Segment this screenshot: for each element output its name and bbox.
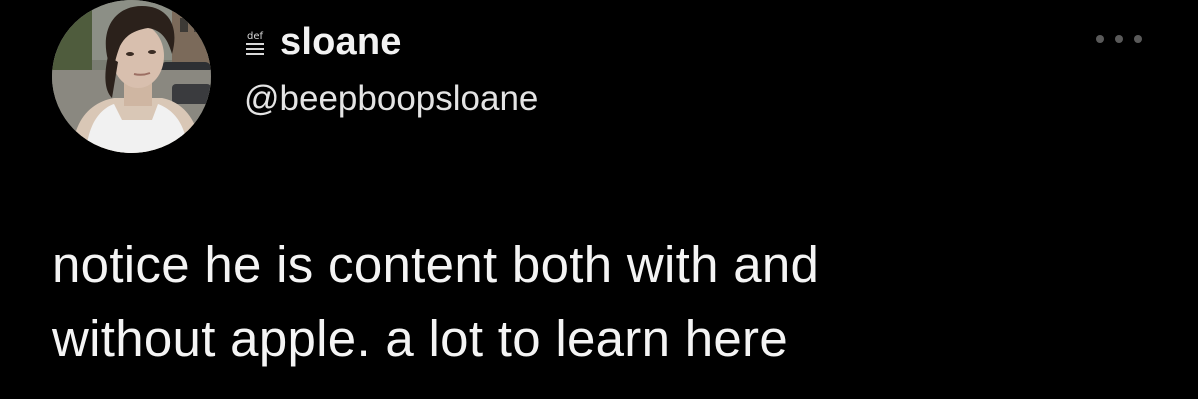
def-underline-icon: def	[246, 31, 264, 55]
display-name: sloane	[280, 20, 402, 63]
avatar[interactable]	[52, 0, 211, 153]
user-handle[interactable]: @beepboopsloane	[244, 79, 538, 119]
tweet-card: def sloane @beepboopsloane notice he is …	[0, 0, 1198, 399]
svg-text:def: def	[247, 31, 264, 42]
tweet-text: notice he is content both with and witho…	[52, 236, 820, 367]
author-name-row[interactable]: def sloane	[244, 20, 402, 64]
profile-photo	[52, 0, 211, 153]
more-horizontal-icon	[1134, 35, 1142, 43]
more-options-button[interactable]	[1096, 30, 1142, 48]
more-horizontal-icon	[1096, 35, 1104, 43]
more-horizontal-icon	[1115, 35, 1123, 43]
